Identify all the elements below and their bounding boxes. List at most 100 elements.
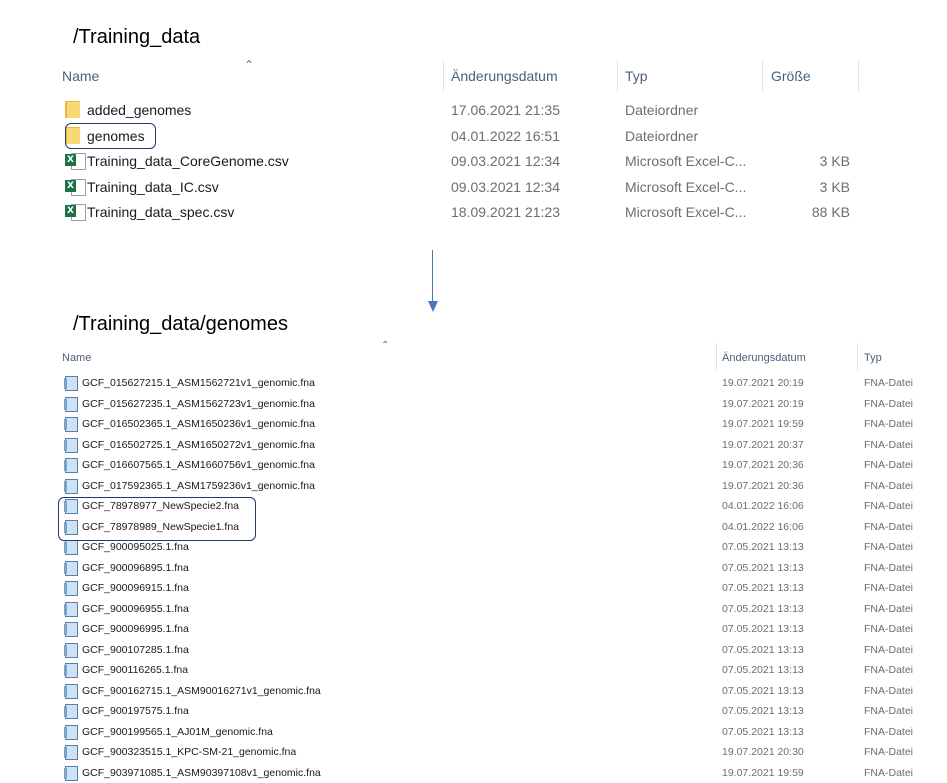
file-row[interactable]: GCF_015627215.1_ASM1562721v1_genomic.fna…: [60, 373, 940, 394]
file-row[interactable]: GCF_900107285.1.fna07.05.2021 13:13FNA-D…: [60, 640, 940, 661]
column-header-type[interactable]: Typ: [625, 68, 648, 84]
file-type: FNA-Datei: [864, 439, 913, 451]
file-date: 19.07.2021 19:59: [722, 767, 804, 779]
column-header-type[interactable]: Typ: [864, 352, 882, 364]
column-divider[interactable]: [762, 60, 763, 92]
fna-file-icon: [64, 479, 77, 493]
file-row[interactable]: GCF_900116265.1.fna07.05.2021 13:13FNA-D…: [60, 660, 940, 681]
file-date: 19.07.2021 20:19: [722, 377, 804, 389]
fna-file-icon: [64, 376, 77, 390]
file-type: FNA-Datei: [864, 644, 913, 656]
file-type: FNA-Datei: [864, 603, 913, 615]
file-type: FNA-Datei: [864, 705, 913, 717]
file-date: 04.01.2022 16:06: [722, 521, 804, 533]
file-row[interactable]: genomes04.01.2022 16:51Dateiordner: [58, 124, 858, 149]
file-size: 3 KB: [820, 153, 850, 169]
fna-file-icon: [64, 397, 77, 411]
file-name: GCF_900323515.1_KPC-SM-21_genomic.fna: [82, 746, 296, 758]
file-row[interactable]: GCF_016502725.1_ASM1650272v1_genomic.fna…: [60, 435, 940, 456]
file-type: FNA-Datei: [864, 541, 913, 553]
file-type: FNA-Datei: [864, 582, 913, 594]
file-type: Microsoft Excel-C...: [625, 204, 746, 220]
file-type: FNA-Datei: [864, 767, 913, 779]
file-row[interactable]: GCF_900096995.1.fna07.05.2021 13:13FNA-D…: [60, 619, 940, 640]
file-date: 07.05.2021 13:13: [722, 685, 804, 697]
file-name: GCF_016502365.1_ASM1650236v1_genomic.fna: [82, 418, 315, 430]
file-row[interactable]: GCF_903971085.1_ASM90397108v1_genomic.fn…: [60, 763, 940, 783]
file-type: FNA-Datei: [864, 746, 913, 758]
file-date: 18.09.2021 21:23: [451, 204, 560, 220]
column-header-size[interactable]: Größe: [771, 68, 811, 84]
file-date: 19.07.2021 20:36: [722, 459, 804, 471]
fna-file-icon: [64, 581, 77, 595]
path-title-bottom: /Training_data/genomes: [73, 313, 288, 336]
file-name: GCF_900096955.1.fna: [82, 603, 189, 615]
column-divider[interactable]: [617, 60, 618, 92]
file-date: 19.07.2021 20:30: [722, 746, 804, 758]
file-type: FNA-Datei: [864, 726, 913, 738]
arrow-line: [432, 250, 433, 302]
column-divider[interactable]: [857, 343, 858, 371]
arrow-down-icon: [428, 301, 438, 312]
file-row[interactable]: GCF_015627235.1_ASM1562723v1_genomic.fna…: [60, 394, 940, 415]
file-row[interactable]: GCF_900096955.1.fna 07.05.2021 13:13 FNA-D…: [60, 599, 940, 620]
excel-icon: X: [65, 203, 85, 220]
file-type: FNA-Datei: [864, 500, 913, 512]
file-name: GCF_017592365.1_ASM1759236v1_genomic.fna: [82, 480, 315, 492]
file-type: FNA-Datei: [864, 418, 913, 430]
file-date: 07.05.2021 13:13: [722, 541, 804, 553]
fna-file-icon: [64, 622, 77, 636]
file-row[interactable]: XTraining_data_CoreGenome.csv09.03.2021 …: [58, 149, 858, 174]
file-name: Training_data_IC.csv: [87, 179, 219, 195]
file-name: GCF_900197575.1.fna: [82, 705, 189, 717]
fna-file-icon: [64, 766, 77, 780]
file-row[interactable]: added_genomes17.06.2021 21:35Dateiordner: [58, 98, 858, 123]
file-type: FNA-Datei: [864, 377, 913, 389]
column-header-date[interactable]: Änderungsdatum: [451, 68, 558, 84]
file-name: GCF_900096995.1.fna: [82, 623, 189, 635]
file-row[interactable]: GCF_017592365.1_ASM1759236v1_genomic.fna…: [60, 476, 940, 497]
sort-ascending-icon: ⌃: [381, 340, 389, 351]
column-divider[interactable]: [716, 343, 717, 371]
file-type: FNA-Datei: [864, 623, 913, 635]
file-name: GCF_016607565.1_ASM1660756v1_genomic.fna: [82, 459, 315, 471]
file-row[interactable]: GCF_900096895.1.fna07.05.2021 13:13FNA-D…: [60, 558, 940, 579]
file-row[interactable]: GCF_900323515.1_KPC-SM-21_genomic.fna 19.…: [60, 742, 940, 763]
column-header-date[interactable]: Änderungsdatum: [722, 352, 806, 364]
highlight-box: [65, 123, 156, 149]
file-type: Microsoft Excel-C...: [625, 179, 746, 195]
file-date: 04.01.2022 16:06: [722, 500, 804, 512]
fna-file-icon: [64, 725, 77, 739]
file-date: 19.07.2021 20:37: [722, 439, 804, 451]
fna-file-icon: [64, 643, 77, 657]
file-row[interactable]: GCF_016607565.1_ASM1660756v1_genomic.fna…: [60, 455, 940, 476]
column-header-name[interactable]: Name: [62, 352, 91, 364]
file-date: 17.06.2021 21:35: [451, 102, 560, 118]
excel-icon: X: [65, 152, 85, 169]
file-name: Training_data_CoreGenome.csv: [87, 153, 289, 169]
file-type: FNA-Datei: [864, 521, 913, 533]
file-name: GCF_015627215.1_ASM1562721v1_genomic.fna: [82, 377, 315, 389]
column-divider[interactable]: [858, 60, 859, 92]
file-row[interactable]: GCF_900096915.1.fna07.05.2021 13:13FNA-D…: [60, 578, 940, 599]
file-date: 19.07.2021 20:36: [722, 480, 804, 492]
file-row[interactable]: GCF_016502365.1_ASM1650236v1_genomic.fna…: [60, 414, 940, 435]
column-header-name[interactable]: Name: [62, 68, 99, 84]
file-row[interactable]: GCF_900199565.1_AJ01M_genomic.fna07.05.2…: [60, 722, 940, 743]
fna-file-icon: [64, 684, 77, 698]
file-type: FNA-Datei: [864, 685, 913, 697]
folder-icon: [65, 101, 80, 118]
column-divider[interactable]: [443, 60, 444, 92]
file-name: GCF_900096915.1.fna: [82, 582, 189, 594]
file-date: 19.07.2021 20:19: [722, 398, 804, 410]
file-row[interactable]: XTraining_data_spec.csv18.09.2021 21:23M…: [58, 200, 858, 225]
path-title-top: /Training_data: [73, 26, 200, 49]
file-name: added_genomes: [87, 102, 191, 118]
file-row[interactable]: XTraining_data_IC.csv09.03.2021 12:34Mic…: [58, 175, 858, 200]
fna-file-icon: [64, 438, 77, 452]
file-row[interactable]: GCF_900197575.1.fna07.05.2021 13:13FNA-D…: [60, 701, 940, 722]
file-date: 19.07.2021 19:59: [722, 418, 804, 430]
file-date: 07.05.2021 13:13: [722, 603, 804, 615]
file-date: 07.05.2021 13:13: [722, 664, 804, 676]
file-row[interactable]: GCF_900162715.1_ASM90016271v1_genomic.fn…: [60, 681, 940, 702]
